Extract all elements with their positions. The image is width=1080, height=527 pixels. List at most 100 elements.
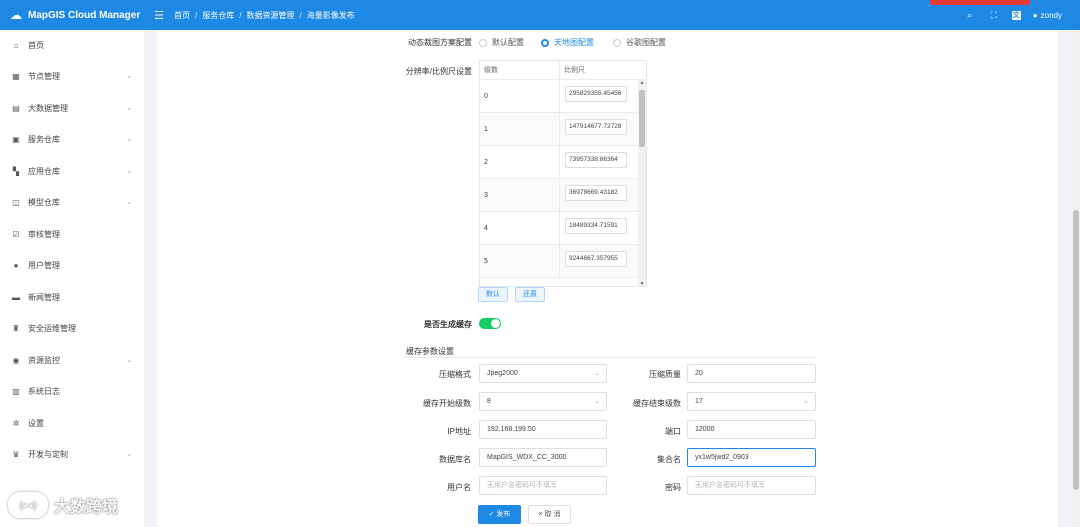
chevron-down-icon: ⌄ — [126, 199, 132, 206]
table-scrollbar[interactable]: ▲ ▼ — [638, 80, 646, 286]
table-row: 2 73957338.86364 — [480, 146, 646, 179]
compress-format-label: 压缩格式 — [439, 370, 471, 379]
radio-default-config[interactable]: 默认配置 — [479, 37, 524, 48]
sidebar-item-dev[interactable]: ♛ 开发与定制 ⌄ — [0, 444, 144, 464]
sidebar-item-label: 用户管理 — [28, 260, 60, 270]
set-name-input[interactable]: yx1w5jwd2_0903 — [687, 448, 816, 467]
scale-input[interactable]: 36978669.43182 — [565, 185, 627, 201]
chevron-down-icon: ⌄ — [126, 168, 132, 175]
log-icon: ▥ — [12, 386, 20, 396]
cache-end-select[interactable]: 17 ⌄ — [687, 392, 816, 411]
restore-button[interactable]: 还原 — [515, 287, 545, 302]
cache-end-label: 缓存结束级数 — [633, 399, 681, 408]
radio-dot — [541, 38, 549, 47]
sidebar-item-settings[interactable]: ✲ 设置 — [0, 413, 144, 433]
sidebar: ⌂ 首页 ▦ 节点管理 ⌄ ▤ 大数据管理 ⌄ ▣ 服务仓库 ⌄ ▚ 应用仓库 ⌄ ◫ 模型仓库 ⌄ … — [0, 30, 144, 527]
radio-tianditu-config[interactable]: 天地图配置 — [541, 37, 594, 48]
sidebar-item-users[interactable]: ● 用户管理 — [0, 255, 144, 275]
table-row: 4 18489334.71591 — [480, 212, 646, 245]
sidebar-item-monitor[interactable]: ◉ 资源监控 ⌄ — [0, 350, 144, 370]
cloud-icon: ☁ — [10, 8, 22, 22]
cache-section-title: 缓存参数设置 — [406, 347, 454, 356]
main-panel: 动态裁图方案配置 默认配置 天地图配置 谷歌图配置 分辨率/比例尺设置 级数 比… — [157, 30, 1058, 527]
scroll-up-icon[interactable]: ▲ — [638, 80, 646, 86]
scale-input[interactable]: 18489334.71591 — [565, 218, 627, 234]
username-label: 用户名 — [447, 483, 471, 492]
default-button[interactable]: 默认 — [478, 287, 508, 302]
radio-google-config[interactable]: 谷歌图配置 — [613, 37, 666, 48]
section-divider — [404, 357, 816, 358]
breadcrumb-separator: / — [239, 10, 242, 20]
search-icon[interactable]: ⌕ — [964, 10, 976, 21]
column-scale-header: 比例尺 — [564, 67, 585, 74]
sidebar-item-log[interactable]: ▥ 系统日志 — [0, 381, 144, 401]
scale-input[interactable]: 295829355.45456 — [565, 86, 627, 102]
gear-icon: ✲ — [12, 418, 20, 428]
sidebar-item-bigdata[interactable]: ▤ 大数据管理 ⌄ — [0, 98, 144, 118]
user-menu[interactable]: ● zondy — [1033, 11, 1062, 20]
publish-button[interactable]: ✓ 发布 — [478, 505, 521, 524]
sidebar-item-label: 审核管理 — [28, 229, 60, 239]
chevron-down-icon: ⌄ — [126, 357, 132, 364]
page-scrollbar[interactable] — [1072, 30, 1080, 527]
select-value: Jpeg2000 — [487, 370, 518, 377]
chevron-down-icon: ⌄ — [126, 136, 132, 143]
sidebar-item-model[interactable]: ◫ 模型仓库 ⌄ — [0, 192, 144, 212]
sidebar-item-service[interactable]: ▣ 服务仓库 ⌄ — [0, 129, 144, 149]
level-cell: 4 — [480, 212, 560, 244]
port-input[interactable]: 12000 — [687, 420, 816, 439]
cancel-label: 取 消 — [544, 511, 561, 518]
resolution-table: 级数 比例尺 0 295829355.45456 1 147914677.72728… — [479, 60, 647, 287]
sidebar-item-label: 应用仓库 — [28, 166, 60, 176]
user-icon: ● — [13, 260, 19, 270]
username-label: zondy — [1040, 10, 1062, 20]
password-input[interactable]: 无用户名密码可不填写 — [687, 476, 816, 495]
sidebar-item-security[interactable]: ♜ 安全运维管理 — [0, 318, 144, 338]
gen-cache-label: 是否生成缓存 — [424, 320, 472, 329]
cache-start-label: 缓存开始级数 — [423, 399, 471, 408]
language-icon[interactable]: 文 — [1011, 10, 1021, 20]
compress-quality-input[interactable]: 20 — [687, 364, 816, 383]
publish-label: 发布 — [496, 511, 511, 518]
table-row: 0 295829355.45456 — [480, 80, 646, 113]
select-value: 8 — [487, 398, 491, 405]
monitor-icon: ◉ — [12, 355, 20, 365]
gen-cache-switch[interactable] — [479, 318, 501, 329]
audit-icon: ☑ — [12, 229, 20, 239]
db-name-label: 数据库名 — [439, 455, 471, 464]
watermark-text: 大数跨境 — [54, 499, 119, 516]
watermark-logo: (◕◕) — [8, 492, 48, 518]
compress-quality-label: 压缩质量 — [649, 370, 681, 379]
sidebar-item-audit[interactable]: ☑ 审核管理 — [0, 224, 144, 244]
scrollbar-thumb[interactable] — [639, 90, 645, 147]
resolution-label: 分辨率/比例尺设置 — [405, 67, 472, 76]
scale-input[interactable]: 73957338.86364 — [565, 152, 627, 168]
breadcrumb-item-service[interactable]: 服务仓库 — [202, 10, 234, 21]
page-scrollbar-thumb[interactable] — [1073, 210, 1079, 490]
table-row: 1 147914677.72728 — [480, 113, 646, 146]
radio-label: 谷歌图配置 — [626, 38, 666, 47]
sidebar-item-label: 模型仓库 — [28, 197, 60, 207]
header-tools: ⌕ ⛶ 文 ● zondy — [964, 0, 1062, 30]
breadcrumb-item-data[interactable]: 数据资源管理 — [246, 10, 294, 21]
scale-input[interactable]: 9244667.357955 — [565, 251, 627, 267]
breadcrumb-separator: / — [299, 10, 302, 20]
bigdata-icon: ▤ — [12, 103, 20, 113]
breadcrumb-item-home[interactable]: 首页 — [174, 10, 190, 21]
brand[interactable]: ☁ MapGIS Cloud Manager — [0, 8, 148, 22]
radio-dot — [613, 38, 621, 47]
sidebar-item-app[interactable]: ▚ 应用仓库 ⌄ — [0, 161, 144, 181]
cancel-button[interactable]: × 取 消 — [528, 505, 571, 524]
fullscreen-icon[interactable]: ⛶ — [988, 10, 1000, 21]
sidebar-item-home[interactable]: ⌂ 首页 — [0, 35, 144, 55]
sidebar-item-node[interactable]: ▦ 节点管理 ⌄ — [0, 66, 144, 86]
menu-toggle-icon[interactable]: ☰ — [148, 9, 170, 22]
scale-input[interactable]: 147914677.72728 — [565, 119, 627, 135]
scroll-down-icon[interactable]: ▼ — [638, 281, 646, 286]
radio-dot — [479, 38, 487, 47]
sidebar-item-label: 首页 — [28, 40, 44, 50]
chevron-down-icon: ⌄ — [803, 398, 809, 405]
radio-label: 默认配置 — [492, 38, 524, 47]
sidebar-item-news[interactable]: ▬ 新闻管理 — [0, 287, 144, 307]
node-icon: ▦ — [12, 71, 20, 81]
